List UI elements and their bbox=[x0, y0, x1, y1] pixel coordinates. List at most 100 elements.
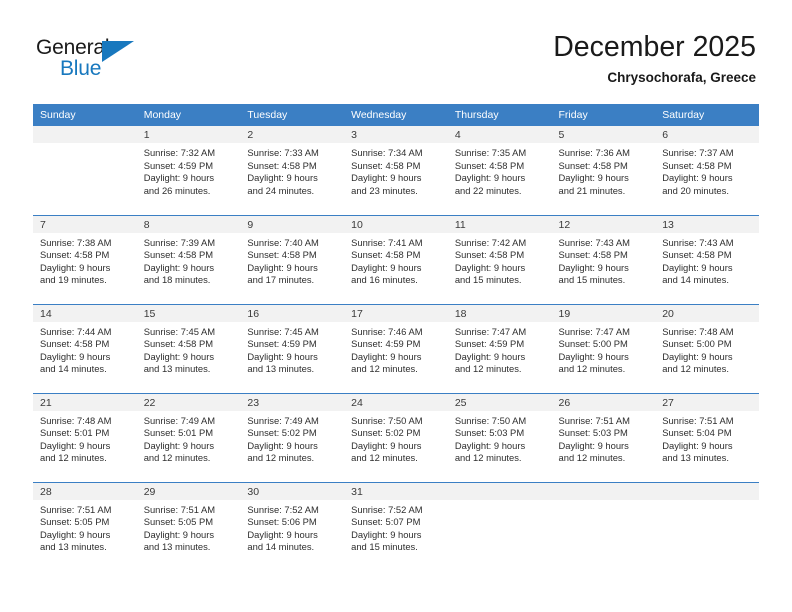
calendar-day-cell[interactable]: 12 Sunrise: 7:43 AM Sunset: 4:58 PM Dayligh… bbox=[551, 214, 656, 304]
daylight-text-line1: Daylight: 9 hours bbox=[40, 528, 111, 540]
calendar-day-cell[interactable]: 19 Sunrise: 7:47 AM Sunset: 5:00 PM Dayligh… bbox=[551, 303, 656, 393]
daylight-text-line2: and 19 minutes. bbox=[40, 274, 107, 286]
calendar-day-cell[interactable]: 1 Sunrise: 7:32 AM Sunset: 4:59 PM Daylight… bbox=[136, 126, 241, 215]
sunrise-text: Sunrise: 7:47 AM bbox=[558, 325, 630, 337]
daylight-text-line2: and 14 minutes. bbox=[247, 541, 315, 553]
sunset-text: Sunset: 4:58 PM bbox=[662, 249, 732, 261]
weekday-header-wednesday: Wednesday bbox=[344, 104, 448, 126]
calendar-day-cell[interactable]: 22 Sunrise: 7:49 AM Sunset: 5:01 PM Dayligh… bbox=[136, 392, 241, 482]
daylight-text-line2: and 15 minutes. bbox=[351, 541, 418, 553]
sunset-text: Sunset: 5:00 PM bbox=[558, 338, 628, 350]
sunrise-text: Sunrise: 7:48 AM bbox=[40, 414, 112, 426]
day-number: 12 bbox=[551, 215, 656, 233]
sunset-text: Sunset: 4:58 PM bbox=[351, 249, 421, 261]
daylight-text-line1: Daylight: 9 hours bbox=[143, 528, 215, 540]
calendar-day-cell[interactable]: 6 Sunrise: 7:37 AM Sunset: 4:58 PM Daylight… bbox=[655, 126, 759, 215]
calendar-day-cell[interactable]: 10 Sunrise: 7:41 AM Sunset: 4:58 PM Dayligh… bbox=[344, 214, 448, 304]
daylight-text-line2: and 12 minutes. bbox=[143, 452, 211, 464]
calendar-day-cell[interactable]: 26 Sunrise: 7:51 AM Sunset: 5:03 PM Dayligh… bbox=[551, 392, 656, 482]
calendar-day-cell[interactable]: 23 Sunrise: 7:49 AM Sunset: 5:02 PM Dayligh… bbox=[240, 392, 345, 482]
calendar-day-cell[interactable]: 18 Sunrise: 7:47 AM Sunset: 4:59 PM Dayligh… bbox=[447, 303, 552, 393]
calendar-empty-cell bbox=[655, 481, 759, 571]
daylight-text-line2: and 23 minutes. bbox=[351, 184, 418, 196]
calendar-day-cell[interactable]: 24 Sunrise: 7:50 AM Sunset: 5:02 PM Dayligh… bbox=[344, 392, 448, 482]
sunset-text: Sunset: 4:58 PM bbox=[558, 159, 628, 171]
day-number: 13 bbox=[655, 215, 759, 233]
calendar-day-cell[interactable]: 30 Sunrise: 7:52 AM Sunset: 5:06 PM Dayligh… bbox=[240, 481, 345, 571]
daylight-text-line1: Daylight: 9 hours bbox=[351, 261, 422, 273]
day-number: 25 bbox=[447, 393, 552, 411]
sunset-text: Sunset: 5:01 PM bbox=[143, 427, 214, 439]
day-details: Sunrise: 7:50 AM Sunset: 5:02 PM Daylight:… bbox=[344, 411, 448, 465]
day-details: Sunrise: 7:44 AM Sunset: 4:58 PM Daylight:… bbox=[33, 322, 137, 376]
calendar-day-cell[interactable]: 4 Sunrise: 7:35 AM Sunset: 4:58 PM Daylight… bbox=[447, 126, 552, 215]
daylight-text-line1: Daylight: 9 hours bbox=[454, 261, 526, 273]
day-details: Sunrise: 7:37 AM Sunset: 4:58 PM Daylight:… bbox=[655, 143, 759, 197]
day-details: Sunrise: 7:50 AM Sunset: 5:03 PM Daylight:… bbox=[448, 411, 552, 465]
daylight-text-line2: and 12 minutes. bbox=[662, 363, 729, 375]
daylight-text-line2: and 17 minutes. bbox=[247, 274, 315, 286]
sunset-text: Sunset: 4:58 PM bbox=[454, 249, 525, 261]
calendar-day-cell[interactable]: 15 Sunrise: 7:45 AM Sunset: 4:58 PM Dayligh… bbox=[136, 303, 241, 393]
sunrise-text: Sunrise: 7:49 AM bbox=[143, 414, 216, 426]
sunrise-text: Sunrise: 7:52 AM bbox=[247, 503, 319, 515]
sunrise-text: Sunrise: 7:52 AM bbox=[351, 503, 423, 515]
weekday-header-row: Sunday Monday Tuesday Wednesday Thursday… bbox=[33, 104, 759, 126]
daylight-text-line1: Daylight: 9 hours bbox=[40, 439, 111, 451]
sunrise-text: Sunrise: 7:44 AM bbox=[40, 325, 112, 337]
day-number: 24 bbox=[344, 393, 448, 411]
day-number: 28 bbox=[33, 482, 137, 500]
day-details: Sunrise: 7:48 AM Sunset: 5:00 PM Daylight:… bbox=[655, 322, 759, 376]
page-title: December 2025 bbox=[553, 31, 756, 63]
calendar-day-cell[interactable]: 9 Sunrise: 7:40 AM Sunset: 4:58 PM Daylight… bbox=[240, 214, 345, 304]
weekday-header-friday: Friday bbox=[551, 104, 656, 126]
location-subtitle: Chrysochorafa, Greece bbox=[607, 70, 756, 85]
calendar-day-cell[interactable]: 17 Sunrise: 7:46 AM Sunset: 4:59 PM Dayligh… bbox=[344, 303, 448, 393]
calendar-day-cell[interactable]: 16 Sunrise: 7:45 AM Sunset: 4:59 PM Dayligh… bbox=[240, 303, 345, 393]
calendar-day-cell[interactable]: 5 Sunrise: 7:36 AM Sunset: 4:58 PM Daylight… bbox=[551, 126, 656, 215]
sunset-text: Sunset: 5:02 PM bbox=[351, 427, 421, 439]
calendar-page: General Blue December 2025 Chrysochorafa… bbox=[0, 0, 792, 612]
day-number: 20 bbox=[655, 304, 759, 322]
day-details: Sunrise: 7:48 AM Sunset: 5:01 PM Daylight:… bbox=[33, 411, 137, 465]
calendar-day-cell[interactable]: 29 Sunrise: 7:51 AM Sunset: 5:05 PM Dayligh… bbox=[136, 481, 241, 571]
calendar-day-cell[interactable]: 11 Sunrise: 7:42 AM Sunset: 4:58 PM Dayligh… bbox=[447, 214, 552, 304]
calendar-day-cell[interactable]: 14 Sunrise: 7:44 AM Sunset: 4:58 PM Dayligh… bbox=[33, 303, 137, 393]
daylight-text-line1: Daylight: 9 hours bbox=[247, 528, 318, 540]
day-details: Sunrise: 7:51 AM Sunset: 5:05 PM Daylight:… bbox=[137, 500, 241, 554]
calendar-day-cell[interactable]: 27 Sunrise: 7:51 AM Sunset: 5:04 PM Dayligh… bbox=[655, 392, 759, 482]
calendar-day-cell[interactable]: 2 Sunrise: 7:33 AM Sunset: 4:58 PM Daylight… bbox=[240, 126, 345, 215]
calendar-empty-cell bbox=[447, 481, 552, 571]
calendar-day-cell[interactable]: 8 Sunrise: 7:39 AM Sunset: 4:58 PM Daylight… bbox=[136, 214, 241, 304]
daylight-text-line1: Daylight: 9 hours bbox=[351, 439, 422, 451]
daylight-text-line1: Daylight: 9 hours bbox=[558, 172, 629, 184]
calendar-day-cell[interactable]: 7 Sunrise: 7:38 AM Sunset: 4:58 PM Daylight… bbox=[33, 214, 137, 304]
day-details: Sunrise: 7:49 AM Sunset: 5:02 PM Daylight:… bbox=[240, 411, 344, 465]
daylight-text-line2: and 21 minutes. bbox=[558, 184, 626, 196]
calendar-day-cell[interactable]: 25 Sunrise: 7:50 AM Sunset: 5:03 PM Dayligh… bbox=[447, 392, 552, 482]
day-number: 2 bbox=[240, 126, 345, 143]
calendar-day-cell[interactable]: 3 Sunrise: 7:34 AM Sunset: 4:58 PM Daylight… bbox=[344, 126, 448, 215]
sunset-text: Sunset: 4:58 PM bbox=[40, 249, 110, 261]
calendar-day-cell[interactable]: 21 Sunrise: 7:48 AM Sunset: 5:01 PM Dayligh… bbox=[33, 392, 137, 482]
general-blue-logo[interactable]: General Blue bbox=[36, 36, 166, 88]
calendar-day-cell[interactable]: 31 Sunrise: 7:52 AM Sunset: 5:07 PM Dayligh… bbox=[344, 481, 448, 571]
calendar-day-cell[interactable]: 13 Sunrise: 7:43 AM Sunset: 4:58 PM Dayligh… bbox=[655, 214, 759, 304]
daylight-text-line1: Daylight: 9 hours bbox=[143, 261, 215, 273]
day-details: Sunrise: 7:43 AM Sunset: 4:58 PM Daylight:… bbox=[552, 233, 656, 287]
sunrise-text: Sunrise: 7:34 AM bbox=[351, 147, 423, 158]
calendar-day-cell[interactable]: 28 Sunrise: 7:51 AM Sunset: 5:05 PM Dayligh… bbox=[33, 481, 137, 571]
day-number: 7 bbox=[33, 215, 137, 233]
daylight-text-line1: Daylight: 9 hours bbox=[558, 261, 629, 273]
sunrise-text: Sunrise: 7:51 AM bbox=[662, 414, 734, 426]
sunset-text: Sunset: 4:58 PM bbox=[247, 159, 317, 171]
daylight-text-line1: Daylight: 9 hours bbox=[143, 350, 215, 362]
calendar-day-cell[interactable]: 20 Sunrise: 7:48 AM Sunset: 5:00 PM Dayligh… bbox=[655, 303, 759, 393]
day-number: 6 bbox=[655, 126, 759, 143]
sunrise-text: Sunrise: 7:50 AM bbox=[454, 414, 527, 426]
title-block: December 2025 Chrysochorafa, Greece bbox=[553, 30, 756, 88]
sunrise-text: Sunrise: 7:51 AM bbox=[40, 503, 112, 515]
sunrise-text: Sunrise: 7:33 AM bbox=[247, 147, 319, 158]
day-details: Sunrise: 7:51 AM Sunset: 5:05 PM Daylight:… bbox=[33, 500, 137, 554]
sunset-text: Sunset: 4:58 PM bbox=[143, 338, 214, 350]
